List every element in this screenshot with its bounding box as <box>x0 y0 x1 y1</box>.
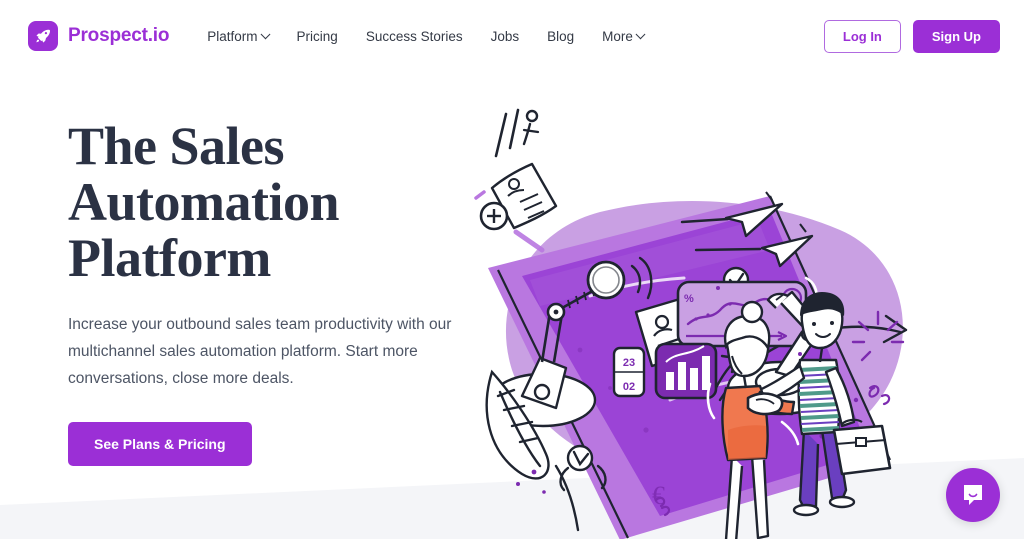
svg-text:%: % <box>684 293 694 305</box>
hero-content: The Sales Automation Platform Increase y… <box>68 116 488 467</box>
page-title: The Sales Automation Platform <box>68 116 488 289</box>
nav-label-success-stories: Success Stories <box>365 28 463 44</box>
brand-name: Prospect.io <box>68 25 170 46</box>
see-plans-and-pricing-button[interactable]: See Plans & Pricing <box>68 422 252 467</box>
flying-contact-card-icon <box>474 108 558 253</box>
login-button[interactable]: Log In <box>823 19 901 53</box>
nav-item-jobs[interactable]: Jobs <box>491 29 520 44</box>
signup-button[interactable]: Sign Up <box>912 19 1000 53</box>
nav-item-more[interactable]: More <box>602 28 646 44</box>
nav-label-blog: Blog <box>547 28 575 44</box>
main-navigation: Platform Pricing Success Stories Jobs Bl… <box>207 28 646 44</box>
brand-logo-link[interactable]: Prospect.io <box>28 21 169 51</box>
nav-item-blog[interactable]: Blog <box>547 29 574 44</box>
nav-item-success-stories[interactable]: Success Stories <box>366 29 463 44</box>
bar-chart-icon <box>654 342 718 400</box>
svg-text:23: 23 <box>623 357 635 369</box>
sales-automation-illustration: % 23 02 € <box>474 108 908 539</box>
chevron-down-icon <box>635 28 646 39</box>
chat-bubble-icon <box>964 485 982 505</box>
nav-label-platform: Platform <box>207 28 258 44</box>
euro-symbol-icon: € <box>652 481 665 510</box>
nav-label-more: More <box>602 28 633 44</box>
nav-label-jobs: Jobs <box>490 28 520 44</box>
svg-text:€: € <box>652 481 665 510</box>
nav-label-pricing: Pricing <box>296 28 338 44</box>
rocket-icon <box>28 21 58 51</box>
nav-item-platform[interactable]: Platform <box>207 28 270 44</box>
counter-card: 23 02 <box>612 346 646 398</box>
hero-title-line-3: Platform <box>68 228 271 289</box>
site-header: Prospect.io Platform Pricing Success Sto… <box>0 0 1024 72</box>
chat-launcher-button[interactable] <box>946 468 1000 522</box>
hero-subtitle: Increase your outbound sales team produc… <box>68 316 452 387</box>
svg-text:02: 02 <box>623 381 635 393</box>
hero-title-line-2: Automation <box>68 172 340 233</box>
chevron-down-icon <box>260 28 270 39</box>
nav-item-pricing[interactable]: Pricing <box>297 29 338 44</box>
landing-page: Prospect.io Platform Pricing Success Sto… <box>0 0 1024 539</box>
hero-title-line-1: The Sales <box>68 116 285 176</box>
auth-actions: Log In Sign Up <box>823 19 1000 53</box>
